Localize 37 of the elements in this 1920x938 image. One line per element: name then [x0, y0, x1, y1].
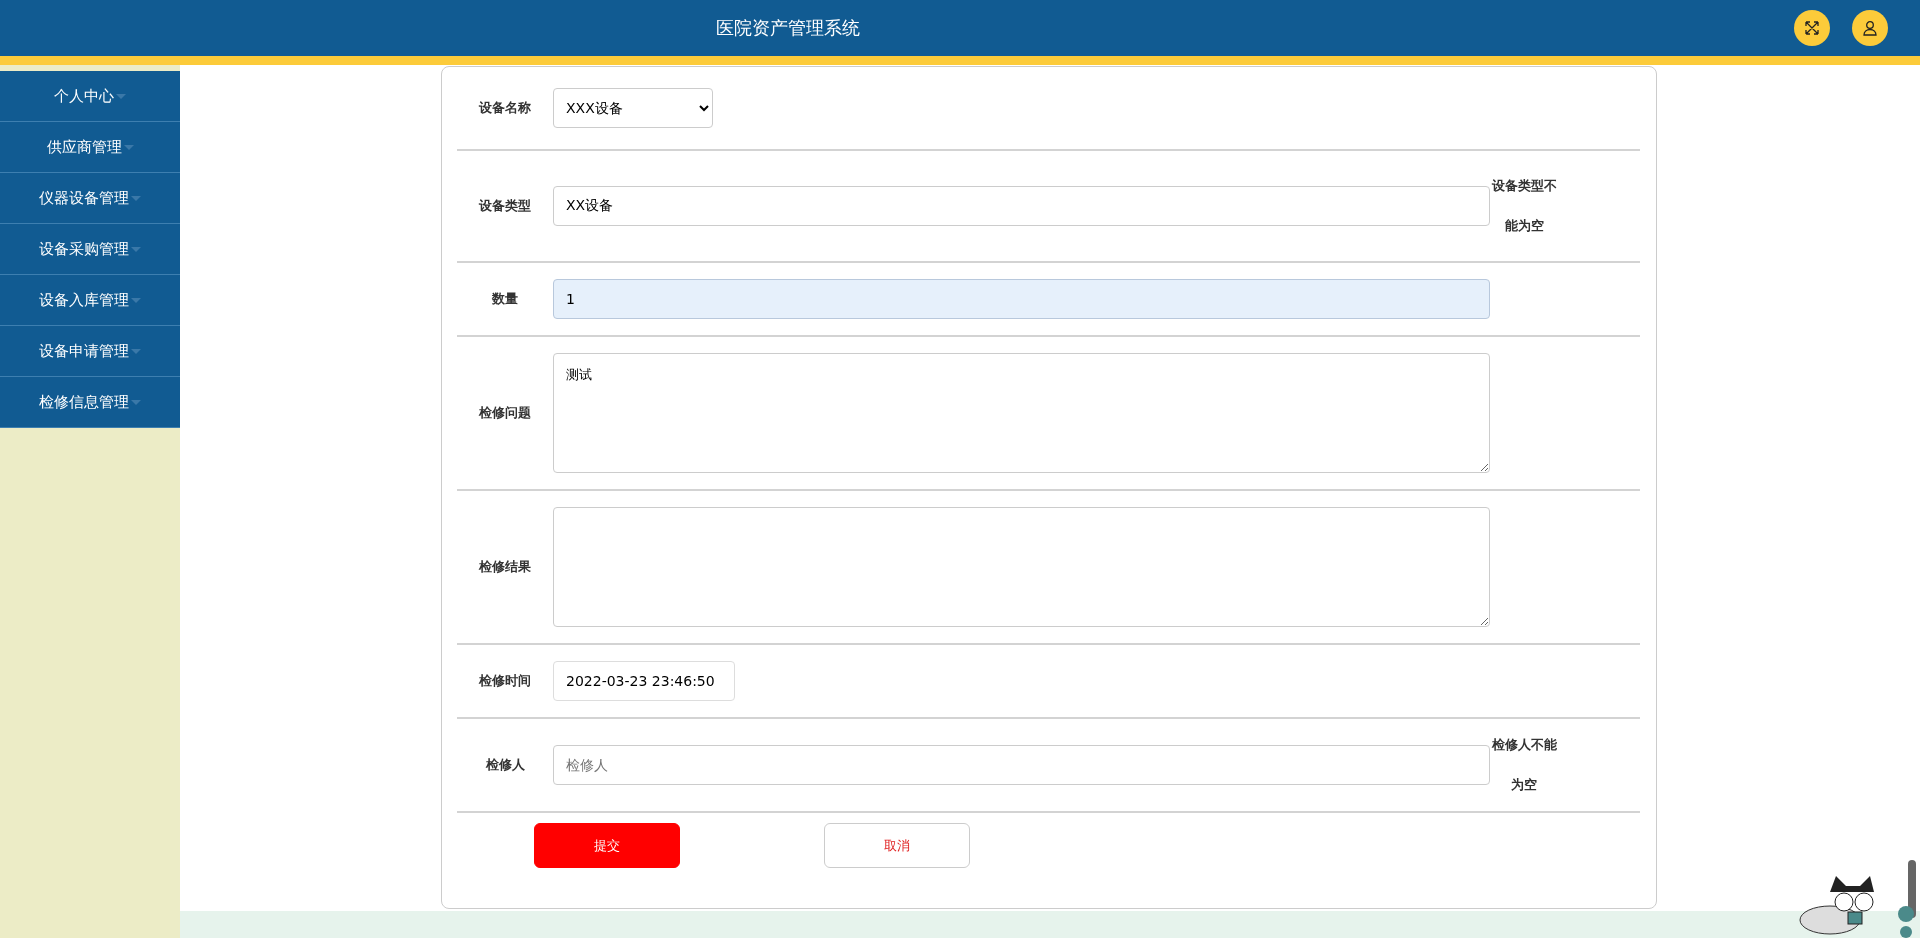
sidebar-item[interactable]: 设备申请管理 [0, 326, 180, 377]
caret-icon [116, 93, 126, 99]
caret-icon [131, 348, 141, 354]
device-select[interactable]: XXX设备 [553, 88, 713, 128]
caret-icon [123, 144, 134, 150]
fullscreen-button[interactable] [1794, 10, 1830, 46]
textarea-field[interactable] [553, 507, 1490, 627]
sidebar-item[interactable]: 仪器设备管理 [0, 173, 180, 224]
field-label: 设备类型 [478, 197, 532, 215]
cancel-button[interactable]: 取消 [824, 823, 970, 868]
text-input[interactable]: 检修人 [553, 745, 1490, 785]
field-label: 检修人 [484, 756, 526, 774]
caret-icon [131, 246, 141, 252]
sidebar-item[interactable]: 供应商管理 [0, 122, 180, 173]
expand-icon [1804, 20, 1820, 36]
user-icon [1862, 20, 1878, 36]
text-input[interactable]: XX设备 [553, 186, 1490, 226]
caret-icon [131, 195, 141, 201]
system-title: 医院资产管理系统 [716, 16, 860, 40]
field-label: 检修问题 [477, 404, 532, 422]
datetime-input[interactable]: 2022-03-23 23:46:50 [553, 661, 735, 701]
sidebar-item[interactable]: 检修信息管理 [0, 377, 180, 428]
error-message: 设备类型不能为空 [1490, 177, 1558, 235]
caret-icon [131, 399, 141, 405]
caret-icon [131, 297, 141, 303]
field-label: 设备名称 [478, 99, 532, 117]
field-label: 检修结果 [477, 558, 532, 576]
submit-button[interactable]: 提交 [534, 823, 680, 868]
sidebar-item[interactable]: 设备采购管理 [0, 224, 180, 275]
user-button[interactable] [1852, 10, 1888, 46]
field-label: 数量 [491, 290, 519, 308]
text-input[interactable]: 1 [553, 279, 1490, 319]
sidebar-item[interactable]: 个人中心 [0, 71, 180, 122]
field-label: 检修时间 [477, 672, 532, 690]
sidebar-item[interactable]: 设备入库管理 [0, 275, 180, 326]
textarea-field[interactable]: 测试 [553, 353, 1490, 473]
error-message: 检修人不能为空 [1490, 736, 1558, 794]
